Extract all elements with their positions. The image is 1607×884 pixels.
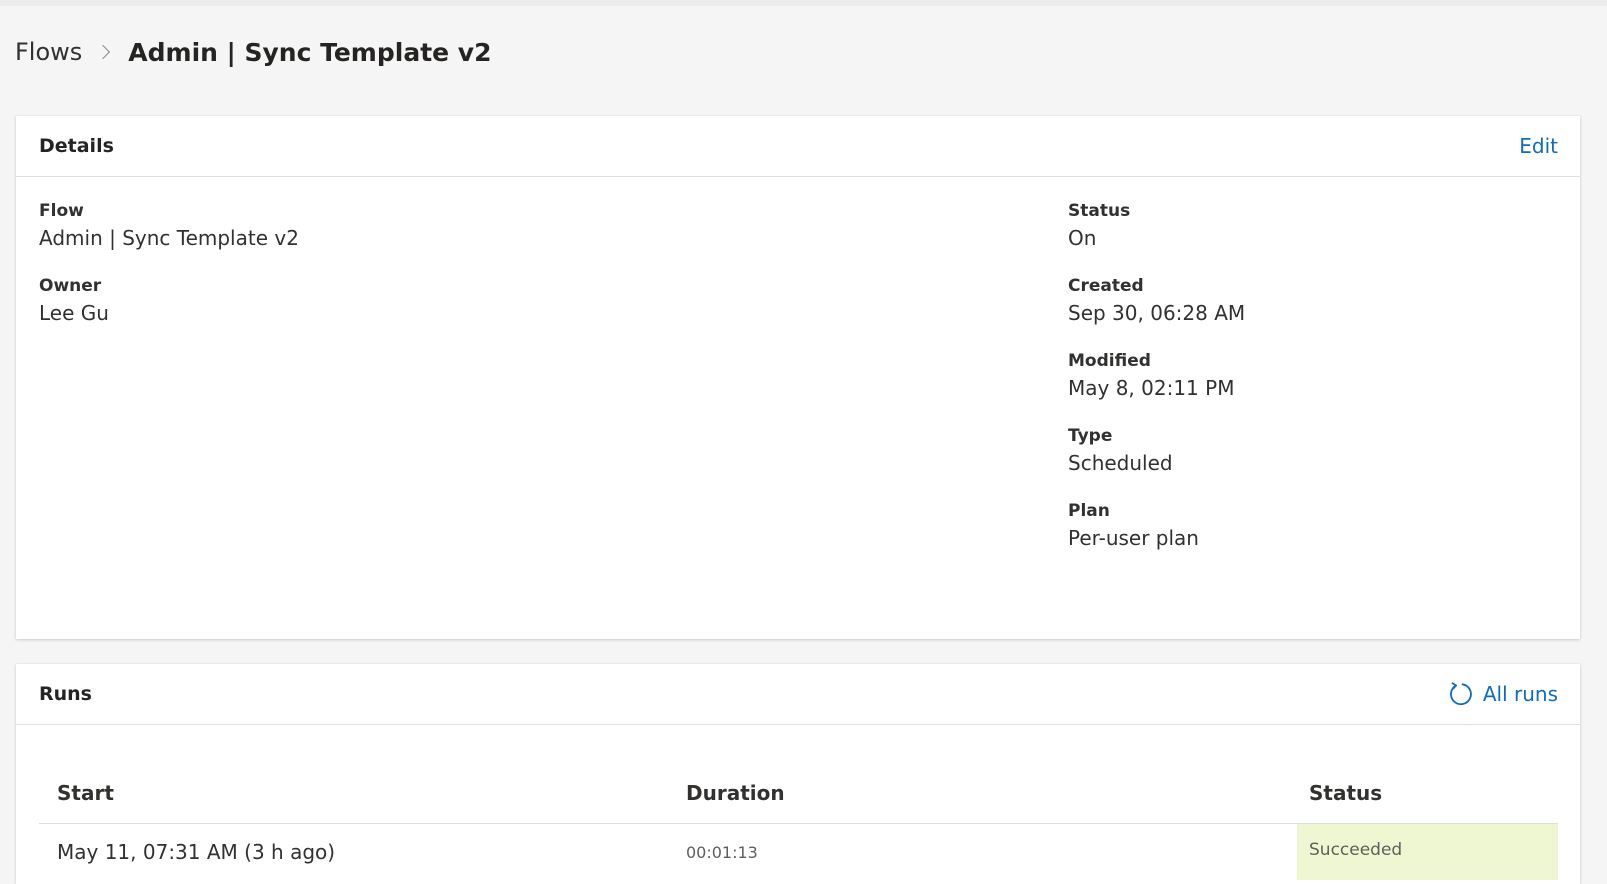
runs-card: Runs All runs Start Duration Status May … bbox=[16, 664, 1580, 884]
field-value: Per-user plan bbox=[1068, 526, 1199, 550]
field-value: Sep 30, 06:28 AM bbox=[1068, 301, 1246, 325]
details-title: Details bbox=[39, 135, 114, 157]
table-row[interactable]: May 11, 07:31 AM (3 h ago) 00:01:13 Succ… bbox=[39, 824, 1558, 880]
run-start-cell: May 11, 07:31 AM (3 h ago) bbox=[57, 840, 336, 864]
field-value: Scheduled bbox=[1068, 451, 1173, 475]
details-header: Details Edit bbox=[16, 116, 1580, 177]
all-runs-label: All runs bbox=[1482, 682, 1558, 706]
field-flow: Flow Admin | Sync Template v2 bbox=[39, 200, 299, 275]
field-type: Type Scheduled bbox=[1068, 425, 1245, 500]
details-left-column: Flow Admin | Sync Template v2 Owner Lee … bbox=[39, 200, 299, 350]
field-label: Modified bbox=[1068, 351, 1151, 371]
runs-header: Runs All runs bbox=[16, 664, 1580, 725]
field-value: On bbox=[1068, 226, 1097, 250]
edit-button[interactable]: Edit bbox=[1519, 116, 1558, 176]
field-label: Flow bbox=[39, 201, 84, 221]
table-header-row: Start Duration Status bbox=[39, 763, 1558, 824]
field-label: Owner bbox=[39, 276, 102, 296]
details-card: Details Edit Flow Admin | Sync Template … bbox=[16, 116, 1580, 639]
field-modified: Modified May 8, 02:11 PM bbox=[1068, 350, 1245, 425]
column-header-status[interactable]: Status bbox=[1297, 781, 1558, 805]
details-right-column: Status On Created Sep 30, 06:28 AM Modif… bbox=[1068, 200, 1245, 575]
top-strip bbox=[0, 0, 1607, 6]
runs-table: Start Duration Status May 11, 07:31 AM (… bbox=[39, 763, 1558, 880]
field-created: Created Sep 30, 06:28 AM bbox=[1068, 275, 1245, 350]
field-owner: Owner Lee Gu bbox=[39, 275, 299, 350]
breadcrumb-flows-link[interactable]: Flows bbox=[15, 38, 82, 66]
column-header-duration[interactable]: Duration bbox=[668, 781, 1297, 805]
field-status: Status On bbox=[1068, 200, 1245, 275]
field-value: Admin | Sync Template v2 bbox=[39, 226, 299, 250]
run-duration-cell: 00:01:13 bbox=[686, 842, 758, 862]
field-label: Plan bbox=[1068, 501, 1110, 521]
page-title: Admin | Sync Template v2 bbox=[128, 37, 492, 67]
field-label: Type bbox=[1068, 426, 1113, 446]
chevron-right-icon bbox=[96, 44, 111, 60]
breadcrumb: Flows Admin | Sync Template v2 bbox=[15, 34, 492, 70]
refresh-icon bbox=[1449, 682, 1472, 706]
field-plan: Plan Per-user plan bbox=[1068, 500, 1245, 575]
column-header-start[interactable]: Start bbox=[39, 781, 668, 805]
field-label: Created bbox=[1068, 276, 1144, 296]
field-label: Status bbox=[1068, 201, 1131, 221]
all-runs-button[interactable]: All runs bbox=[1447, 664, 1558, 724]
status-badge: Succeeded bbox=[1297, 824, 1558, 880]
runs-title: Runs bbox=[39, 683, 92, 705]
field-value: Lee Gu bbox=[39, 301, 109, 325]
field-value: May 8, 02:11 PM bbox=[1068, 376, 1235, 400]
